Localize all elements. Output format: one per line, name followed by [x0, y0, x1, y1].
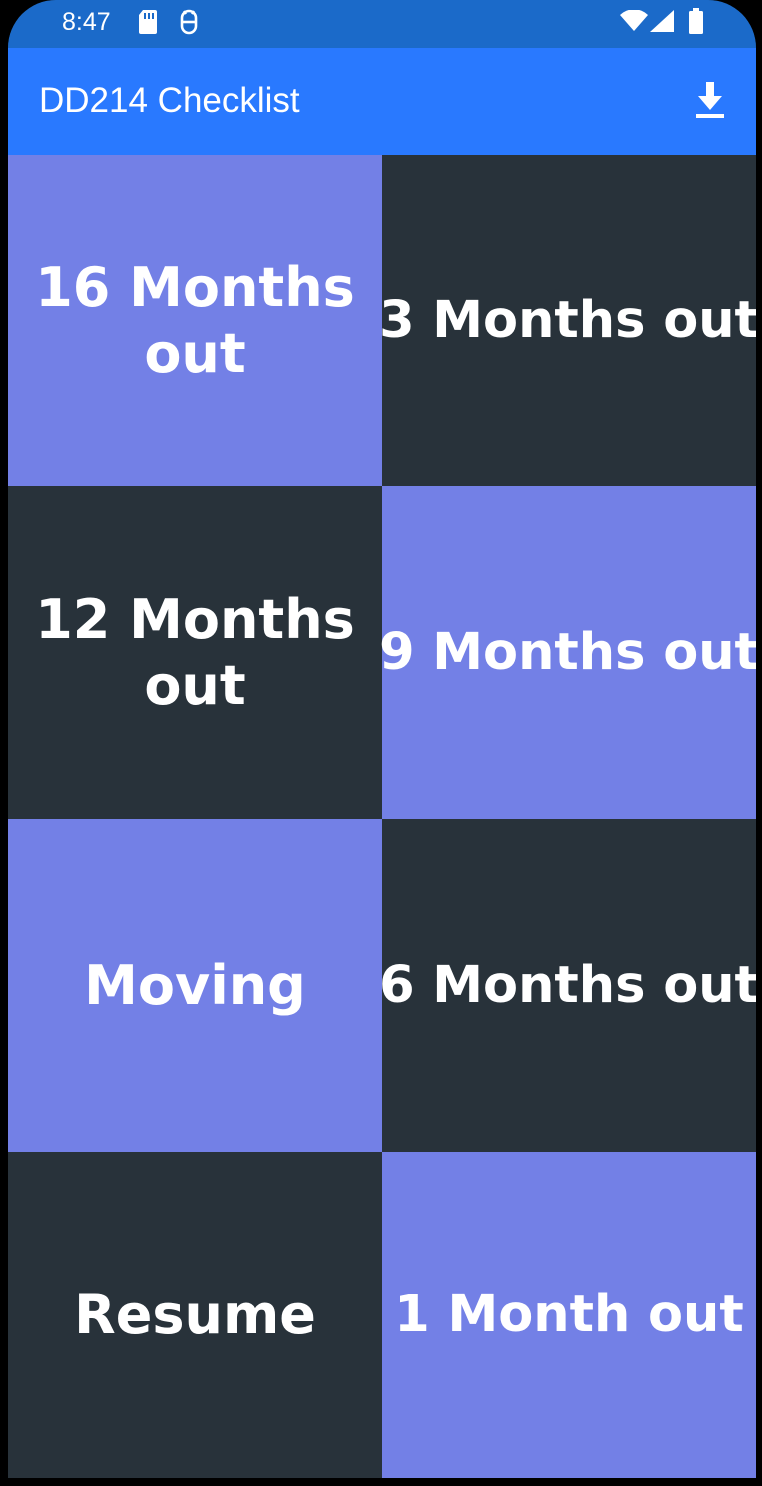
app-title: DD214 Checklist — [39, 81, 300, 120]
tile-moving[interactable]: Moving — [8, 819, 382, 1152]
tile-label: 6 Months out — [379, 955, 756, 1015]
status-bar: 8:47 — [8, 0, 756, 48]
tile-6-months-out[interactable]: 6 Months out — [379, 819, 756, 1152]
download-icon — [694, 80, 726, 125]
wifi-icon — [620, 9, 648, 37]
tile-3-months-out[interactable]: 3 Months out — [379, 155, 756, 486]
tile-1-month-out[interactable]: 1 Month out — [382, 1152, 756, 1478]
device-frame: 8:47 DD214 Checklist 16 Months out 3 Mon… — [0, 0, 762, 1486]
status-time: 8:47 — [62, 8, 111, 36]
android-debug-icon — [178, 9, 200, 40]
signal-icon — [650, 10, 674, 37]
tile-label: 16 Months out — [35, 255, 355, 385]
checklist-grid: 16 Months out 3 Months out 12 Months out… — [8, 155, 756, 1478]
tile-label: 1 Month out — [394, 1285, 744, 1344]
battery-icon — [688, 8, 704, 39]
app-bar: DD214 Checklist — [8, 48, 756, 155]
tile-12-months-out[interactable]: 12 Months out — [8, 486, 382, 819]
tile-label: 3 Months out — [379, 290, 756, 350]
app-screen: 8:47 DD214 Checklist 16 Months out 3 Mon… — [8, 0, 756, 1478]
tile-16-months-out[interactable]: 16 Months out — [8, 155, 382, 486]
tile-label: 9 Months out — [379, 622, 756, 682]
sd-card-icon — [138, 9, 158, 40]
tile-label: 12 Months out — [35, 587, 355, 717]
tile-9-months-out[interactable]: 9 Months out — [379, 486, 756, 819]
tile-label: Moving — [84, 953, 306, 1017]
tile-label: Resume — [74, 1283, 316, 1346]
download-button[interactable] — [688, 78, 732, 126]
tile-resume[interactable]: Resume — [8, 1152, 382, 1478]
